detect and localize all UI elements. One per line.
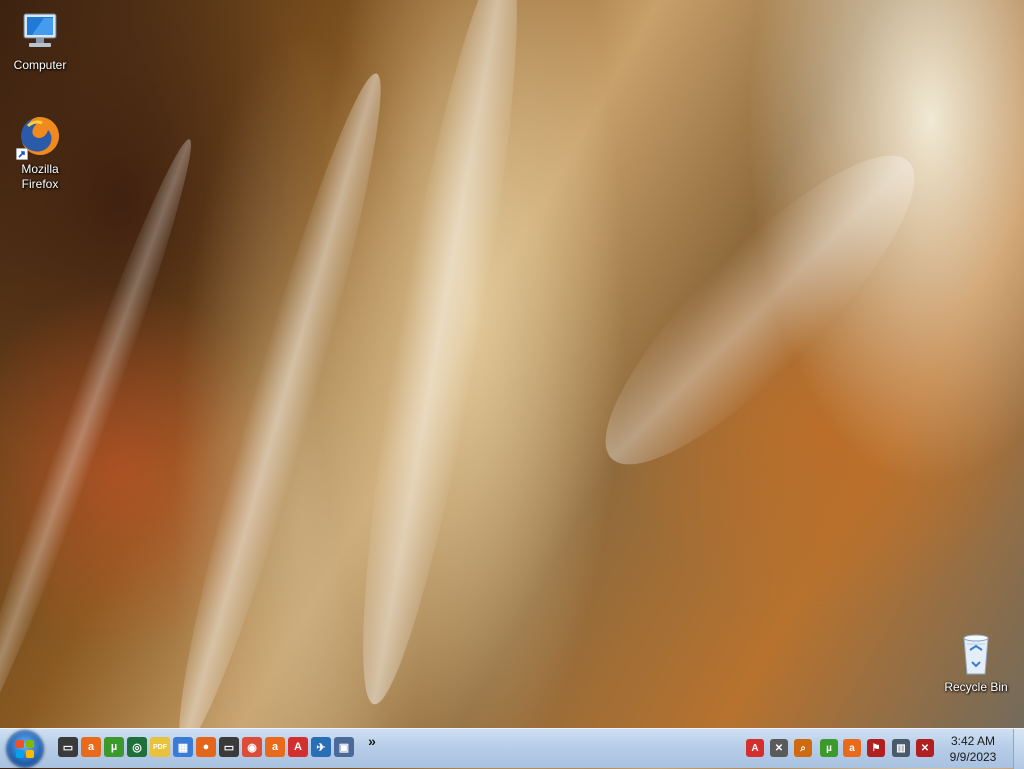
desktop-icon-label: Mozilla Firefox xyxy=(21,162,59,191)
firefox-icon xyxy=(16,112,64,160)
computer-icon xyxy=(16,8,64,56)
window-app-icon-2[interactable]: ▭ xyxy=(219,737,239,757)
firefox-icon[interactable]: ● xyxy=(196,737,216,757)
pdf-icon[interactable]: PDF xyxy=(150,737,170,757)
desktop-icon-computer[interactable]: Computer xyxy=(2,8,78,73)
search-tray-icon[interactable]: ⌕ xyxy=(794,739,812,757)
clock[interactable]: 3:42 AM 9/9/2023 xyxy=(936,733,1010,765)
desktop-icon-recycle-bin[interactable]: Recycle Bin xyxy=(936,630,1016,695)
show-desktop-button[interactable] xyxy=(1013,729,1024,769)
desktop-icon-label: Recycle Bin xyxy=(944,680,1008,694)
flag-tray-icon[interactable]: ⚑ xyxy=(867,739,885,757)
utorrent-tray-icon[interactable]: µ xyxy=(820,739,838,757)
quick-launch-overflow-button[interactable]: » xyxy=(362,731,382,751)
avast-icon[interactable]: a xyxy=(81,737,101,757)
avast-tray-icon[interactable]: a xyxy=(843,739,861,757)
tools-tray-icon[interactable]: ✕ xyxy=(770,739,788,757)
clock-time: 3:42 AM xyxy=(950,734,996,748)
clock-date: 9/9/2023 xyxy=(949,750,997,764)
desktop-icon-label: Computer xyxy=(13,58,67,72)
chrome-icon[interactable]: ◉ xyxy=(242,737,262,757)
network-tray-icon[interactable]: ▥ xyxy=(892,739,910,757)
wallpaper-highlight xyxy=(569,119,951,501)
utorrent-icon[interactable]: µ xyxy=(104,737,124,757)
network-app-icon[interactable]: ▣ xyxy=(334,737,354,757)
windows-logo-icon xyxy=(16,740,34,758)
shortcut-arrow-icon xyxy=(16,148,28,160)
tiles-app-icon[interactable]: ▦ xyxy=(173,737,193,757)
window-app-icon[interactable]: ▭ xyxy=(58,737,78,757)
recycle-bin-icon xyxy=(952,630,1000,678)
desktop-icon-firefox[interactable]: Mozilla Firefox xyxy=(2,112,78,192)
plane-app-icon[interactable]: ✈ xyxy=(311,737,331,757)
taskbar: ▭ a µ ◎ PDF ▦ ● ▭ ◉ a A ✈ ▣ » A ✕ ⌕ µ a ⚑ ▥ ✕ 3:42 AM 9/9/2… xyxy=(0,728,1024,769)
avast-icon-2[interactable]: a xyxy=(265,737,285,757)
acrobat-icon[interactable]: A xyxy=(288,737,308,757)
acrobat-tray-icon[interactable]: A xyxy=(746,739,764,757)
wallpaper-highlight xyxy=(0,132,209,748)
start-button[interactable] xyxy=(6,730,44,768)
volume-muted-icon[interactable]: ✕ xyxy=(916,739,934,757)
media-player-icon[interactable]: ◎ xyxy=(127,737,147,757)
wallpaper-highlight xyxy=(334,0,546,712)
wallpaper-highlight xyxy=(154,65,406,755)
